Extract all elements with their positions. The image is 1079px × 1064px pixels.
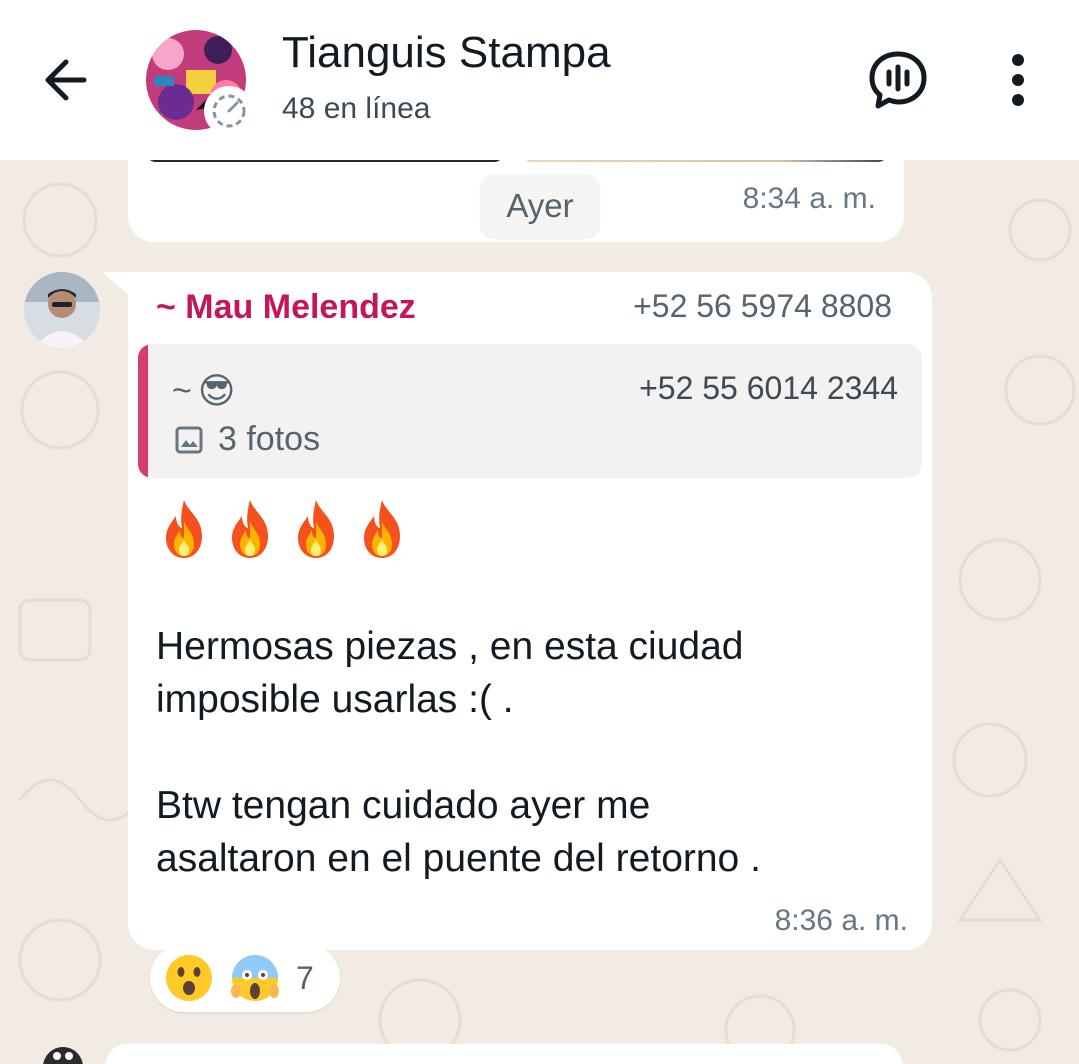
next-message-bubble[interactable] [106, 1044, 902, 1064]
surprised-face-emoji [166, 955, 212, 1001]
quote-accent-bar [138, 344, 148, 478]
chat-title[interactable]: Tianguis Stampa [282, 28, 611, 78]
fire-emoji [298, 500, 334, 558]
community-badge [204, 86, 254, 136]
back-button[interactable] [36, 48, 100, 112]
more-options-button[interactable] [996, 50, 1040, 110]
reaction-count: 7 [296, 959, 314, 996]
message-time: 8:36 a. m. [774, 904, 908, 937]
quoted-media-label: 3 fotos [218, 420, 321, 458]
fire-emoji [364, 500, 400, 558]
quoted-message[interactable]: ~ 😎 +52 55 6014 2344 3 fotos [138, 344, 922, 478]
quoted-sender: ~ 😎 [172, 370, 235, 412]
date-separator: Ayer [480, 174, 600, 238]
emoji-line [158, 498, 408, 560]
fire-emoji [232, 500, 268, 558]
quoted-phone: +52 55 6014 2344 [639, 370, 898, 406]
sunglasses-emoji: 😎 [197, 370, 236, 411]
message-time: 8:34 a. m. [742, 182, 876, 215]
more-vertical-icon [1012, 54, 1024, 106]
screaming-face-emoji [231, 955, 279, 1001]
community-timer-icon [212, 94, 246, 128]
message-text: Hermosas piezas , en esta ciudad imposib… [156, 625, 761, 880]
sender-phone[interactable]: +52 56 5974 8808 [633, 288, 892, 325]
quoted-sender-prefix: ~ [172, 371, 192, 410]
fire-emoji [166, 500, 202, 558]
reactions-pill[interactable]: 7 [150, 944, 340, 1012]
arrow-left-icon [45, 59, 87, 101]
voice-chat-icon [869, 51, 927, 109]
online-count: 48 en línea [282, 92, 431, 125]
voice-chat-button[interactable] [866, 48, 930, 112]
image-icon [175, 426, 203, 453]
chat-header: Tianguis Stampa 48 en línea [0, 0, 1079, 160]
message-bubble[interactable]: ~ Mau Melendez +52 56 5974 8808 ~ 😎 +52 … [128, 272, 932, 950]
sender-avatar[interactable] [24, 272, 100, 348]
next-sender-avatar[interactable] [40, 1044, 86, 1064]
sender-name[interactable]: ~ Mau Melendez [156, 288, 416, 327]
quoted-media: 3 fotos [174, 420, 320, 459]
